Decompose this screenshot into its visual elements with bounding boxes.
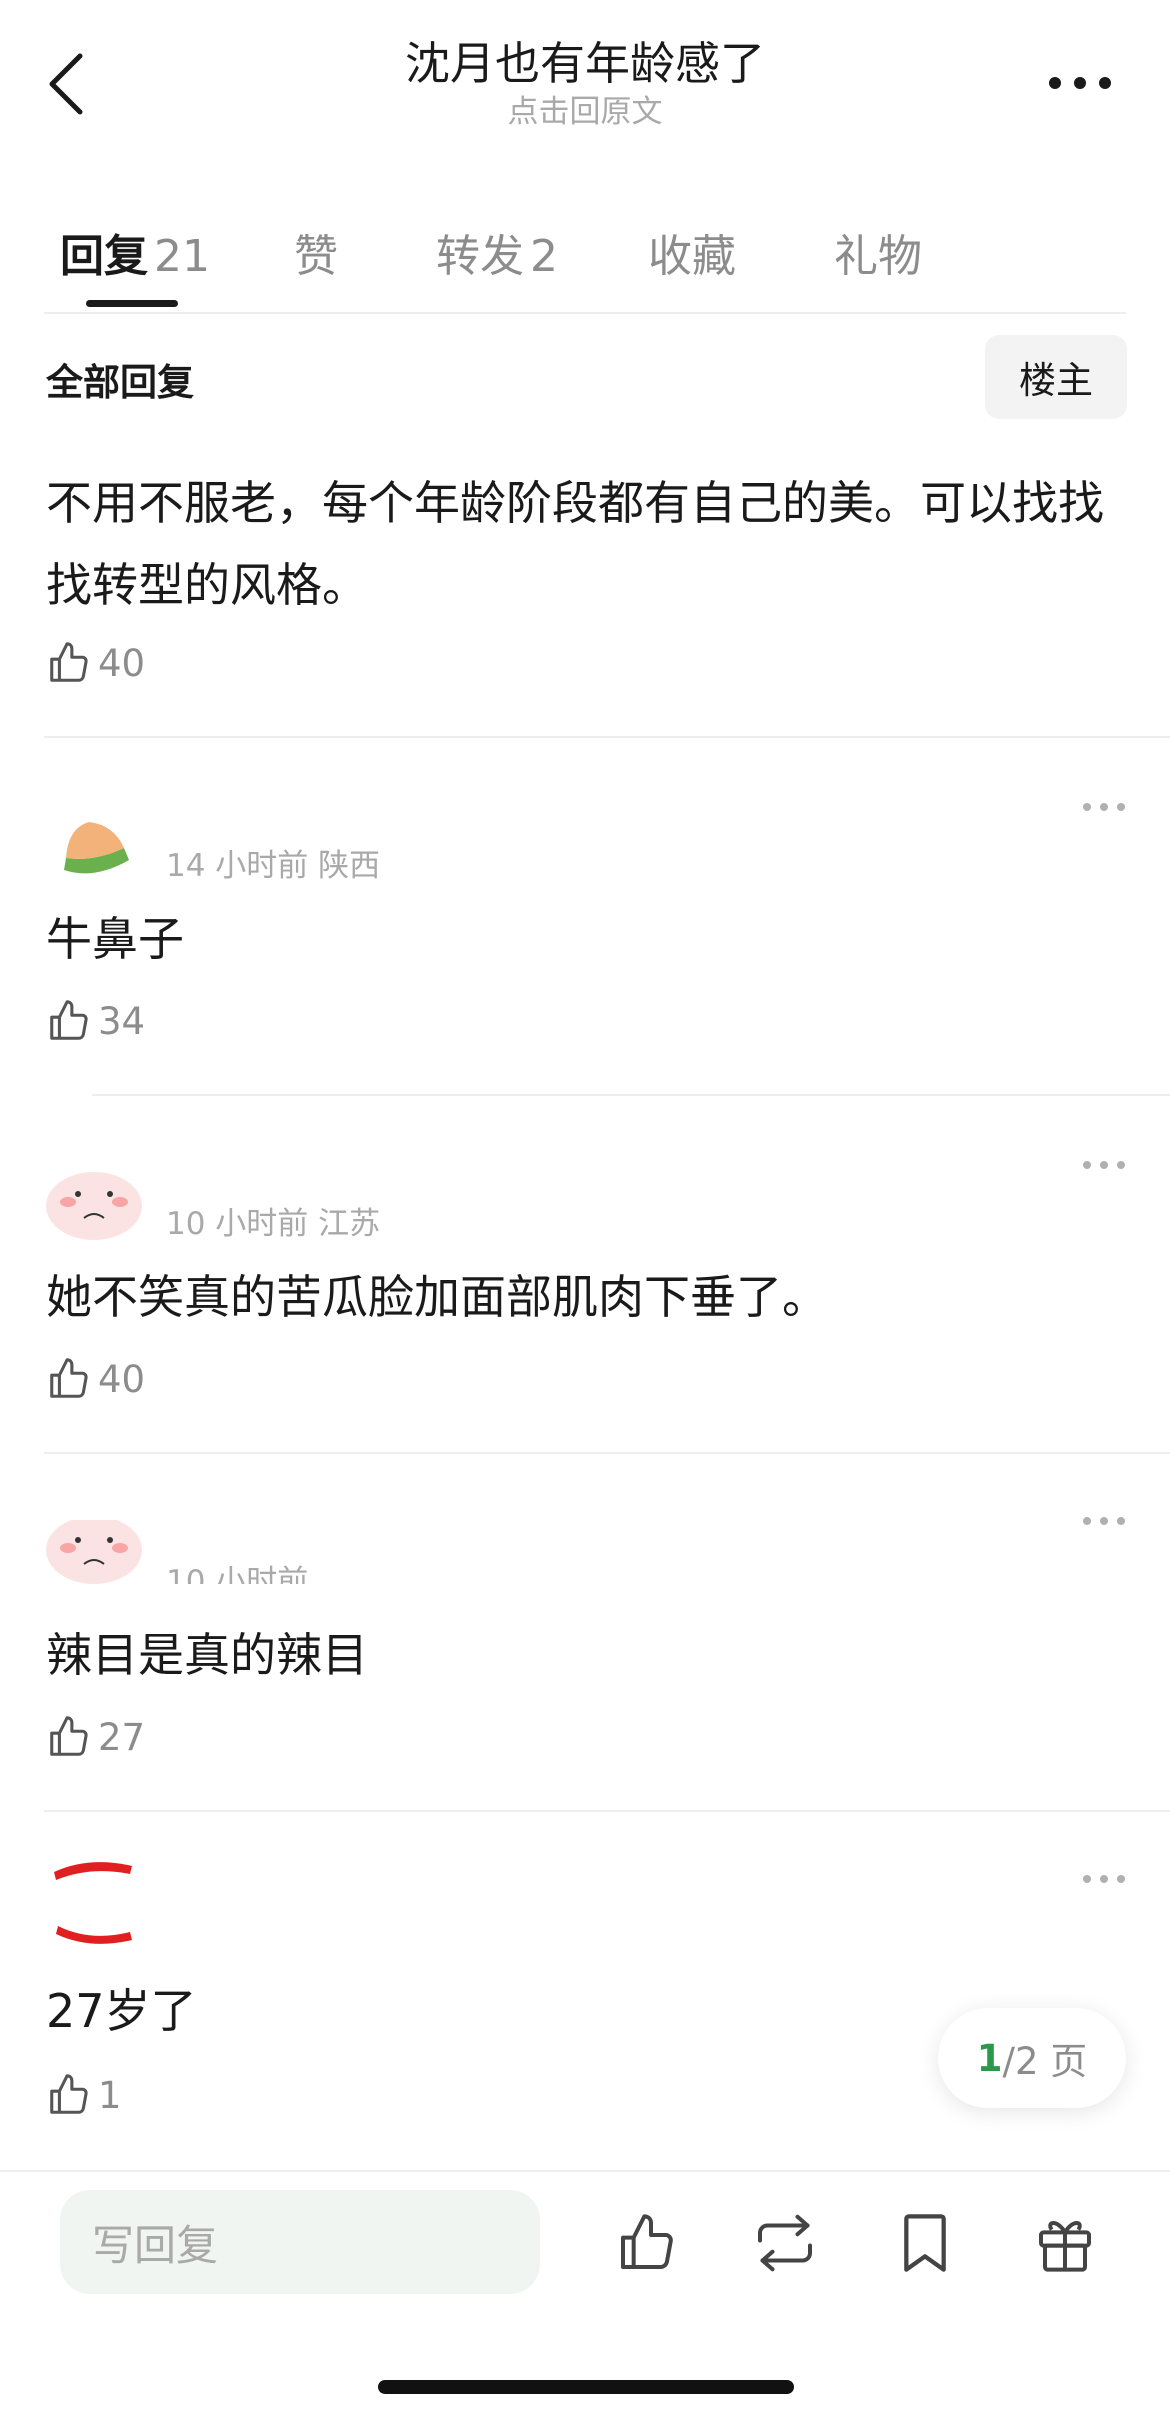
- back-button[interactable]: [38, 48, 94, 120]
- avatar-image: [46, 1172, 142, 1240]
- chevron-left-icon: [49, 53, 83, 115]
- comment-meta: 14 小时前 陕西: [166, 848, 381, 884]
- tab-label: 转发: [436, 231, 524, 282]
- thumbs-up-icon: [50, 642, 88, 682]
- avatar[interactable]: [44, 1520, 144, 1592]
- tab-count: 21: [154, 231, 210, 282]
- comment-text: 辣目是真的辣目: [46, 1628, 368, 1682]
- avatar[interactable]: [44, 800, 144, 880]
- avatar[interactable]: [44, 1160, 144, 1240]
- more-horizontal-icon: [1083, 1517, 1125, 1525]
- reply-input[interactable]: 写回复: [60, 2190, 540, 2294]
- comment-more-button[interactable]: [1074, 1150, 1134, 1180]
- avatar-image: [54, 1862, 132, 1944]
- tab-replies[interactable]: 回复 21: [60, 220, 210, 284]
- back-to-original-link[interactable]: 点击回原文: [235, 92, 935, 132]
- like-button[interactable]: 34: [46, 998, 145, 1044]
- like-count: 40: [98, 1357, 146, 1401]
- tab-bar: 回复 21 赞 转发 2 收藏 礼物: [0, 206, 1170, 314]
- tab-gifts[interactable]: 礼物: [834, 220, 922, 284]
- repost-button[interactable]: [746, 2204, 824, 2282]
- title-block[interactable]: 沈月也有年龄感了 点击回原文: [235, 36, 935, 132]
- divider: [44, 312, 1126, 314]
- avatar[interactable]: [44, 1856, 144, 1952]
- like-button[interactable]: 40: [46, 640, 145, 686]
- thumbs-up-icon: [50, 1716, 88, 1756]
- thumbs-up-icon: [50, 1358, 88, 1398]
- thumbs-up-icon: [621, 2214, 673, 2269]
- bookmark-button[interactable]: [886, 2204, 964, 2282]
- tab-label: 礼物: [834, 231, 922, 282]
- avatar-image: [64, 822, 129, 874]
- tab-count: 2: [530, 231, 558, 282]
- divider: [92, 1094, 1170, 1096]
- like-count: 34: [98, 999, 146, 1043]
- active-tab-indicator: [86, 300, 178, 307]
- repost-icon: [758, 2214, 812, 2272]
- page-indicator[interactable]: 1/2 页: [938, 2008, 1126, 2108]
- home-indicator[interactable]: [378, 2380, 794, 2394]
- thumbs-up-icon: [50, 1000, 88, 1040]
- comment-meta: 10 小时前: [166, 1564, 309, 1584]
- comment-more-button[interactable]: [1074, 792, 1134, 822]
- divider: [0, 2170, 1170, 2172]
- divider: [44, 736, 1170, 738]
- more-options-button[interactable]: [1040, 58, 1120, 108]
- gift-button[interactable]: [1026, 2204, 1104, 2282]
- all-replies-heading: 全部回复: [46, 361, 194, 404]
- post-title: 沈月也有年龄感了: [404, 37, 765, 90]
- gift-icon: [1039, 2221, 1091, 2272]
- like-count: 27: [98, 1715, 146, 1759]
- comment-more-button[interactable]: [1074, 1506, 1134, 1536]
- owner-only-button[interactable]: 楼主: [985, 335, 1127, 419]
- thumbs-up-icon: [50, 2074, 88, 2114]
- comment-text: 她不笑真的苦瓜脸加面部肌肉下垂了。: [46, 1270, 828, 1324]
- avatar-image: [46, 1520, 142, 1584]
- tab-reposts[interactable]: 转发 2: [436, 220, 558, 284]
- comment-more-button[interactable]: [1074, 1864, 1134, 1894]
- tab-favorites[interactable]: 收藏: [648, 220, 736, 284]
- current-page: 1: [976, 2036, 1003, 2080]
- more-horizontal-icon: [1049, 77, 1111, 89]
- tab-likes[interactable]: 赞: [294, 220, 338, 284]
- like-button[interactable]: 1: [46, 2072, 122, 2118]
- more-horizontal-icon: [1083, 1161, 1125, 1169]
- comment-meta: 10 小时前 江苏: [166, 1206, 381, 1242]
- more-horizontal-icon: [1083, 1875, 1125, 1883]
- like-post-button[interactable]: [608, 2204, 686, 2282]
- tab-label: 赞: [294, 231, 338, 282]
- top-nav-bar: 沈月也有年龄感了 点击回原文: [0, 0, 1170, 150]
- divider: [44, 1810, 1170, 1812]
- total-pages: /2 页: [1002, 2040, 1088, 2083]
- divider: [44, 1452, 1170, 1454]
- tab-label: 收藏: [648, 231, 736, 282]
- comment-text: 牛鼻子: [46, 912, 184, 966]
- comment-text: 不用不服老，每个年龄阶段都有自己的美。可以找找找转型的风格。: [46, 476, 1104, 612]
- like-count: 40: [98, 641, 146, 685]
- bookmark-icon: [904, 2214, 946, 2272]
- tab-label: 回复: [60, 231, 148, 282]
- like-button[interactable]: 27: [46, 1714, 145, 1760]
- more-horizontal-icon: [1083, 803, 1125, 811]
- like-button[interactable]: 40: [46, 1356, 145, 1402]
- like-count: 1: [98, 2073, 122, 2117]
